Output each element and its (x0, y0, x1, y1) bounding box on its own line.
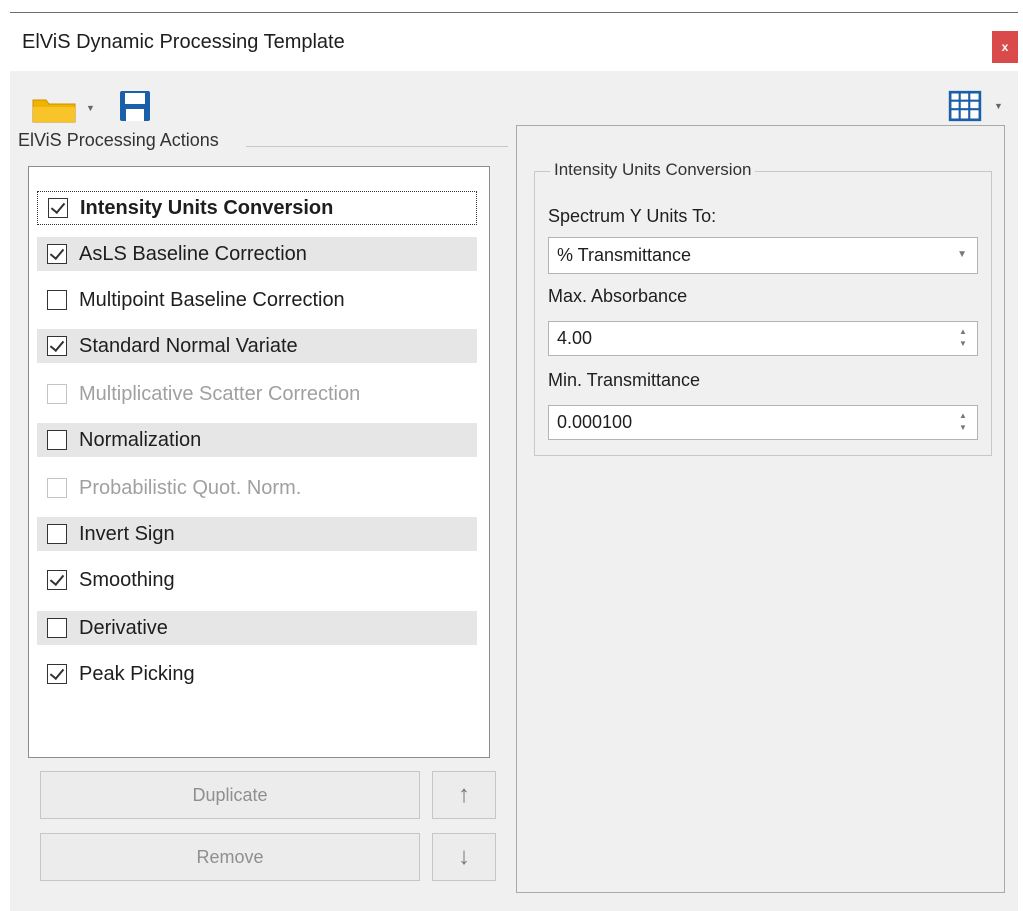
max-absorbance-label: Max. Absorbance (548, 286, 688, 306)
spinner[interactable]: ▲ ▼ (959, 326, 971, 352)
checkbox[interactable] (47, 430, 67, 450)
actions-list[interactable]: Intensity Units Conversion AsLS Baseline… (28, 166, 490, 758)
list-item-label: Invert Sign (79, 522, 175, 545)
remove-button[interactable]: Remove (40, 833, 420, 881)
list-item[interactable]: Standard Normal Variate (37, 329, 477, 363)
min-transmittance-value: 0.000100 (557, 412, 633, 432)
title-bar: ElViS Dynamic Processing Template x (10, 13, 1018, 71)
list-item: Multiplicative Scatter Correction (37, 377, 477, 411)
checkbox (47, 478, 67, 498)
folder-icon (32, 99, 76, 123)
max-absorbance-value: 4.00 (557, 328, 593, 348)
checkbox[interactable] (47, 524, 67, 544)
open-template-button[interactable]: ▼ (32, 89, 104, 123)
view-options-button[interactable]: ▼ (948, 89, 1010, 123)
list-item[interactable]: Peak Picking (37, 657, 477, 691)
min-transmittance-field[interactable]: 0.000100 ▲ ▼ (548, 405, 978, 440)
checkbox[interactable] (48, 198, 68, 218)
list-item[interactable]: Invert Sign (37, 517, 477, 551)
checkbox[interactable] (47, 664, 67, 684)
list-item[interactable]: Normalization (37, 423, 477, 457)
list-item[interactable]: Derivative (37, 611, 477, 645)
grid-icon (948, 90, 982, 122)
checkbox[interactable] (47, 244, 67, 264)
actions-group-label: ElViS Processing Actions (18, 130, 225, 151)
y-units-label: Spectrum Y Units To: (548, 206, 717, 226)
checkbox[interactable] (47, 290, 67, 310)
list-item-label: Multiplicative Scatter Correction (79, 382, 361, 405)
y-units-value: % Transmittance (557, 245, 692, 265)
spinner[interactable]: ▲ ▼ (959, 410, 971, 436)
checkbox[interactable] (47, 618, 67, 638)
list-item[interactable]: AsLS Baseline Correction (37, 237, 477, 271)
spin-up-icon[interactable]: ▲ (959, 412, 967, 420)
list-item[interactable]: Multipoint Baseline Correction (37, 283, 477, 317)
list-item-label: Standard Normal Variate (79, 334, 298, 357)
list-item[interactable]: Intensity Units Conversion (37, 191, 477, 225)
move-up-button[interactable]: ↑ (432, 771, 496, 819)
min-transmittance-label: Min. Transmittance (548, 370, 701, 390)
settings-group-label: Intensity Units Conversion (550, 160, 756, 180)
spin-up-icon[interactable]: ▲ (959, 328, 967, 336)
list-item: Probabilistic Quot. Norm. (37, 471, 477, 505)
save-icon[interactable] (118, 89, 152, 123)
chevron-down-icon: ▼ (994, 101, 1003, 111)
group-divider (246, 146, 508, 147)
list-item-label: AsLS Baseline Correction (79, 242, 307, 265)
list-item-label: Derivative (79, 616, 168, 639)
chevron-down-icon: ▼ (957, 249, 967, 260)
chevron-down-icon: ▼ (86, 103, 95, 113)
list-item-label: Intensity Units Conversion (80, 196, 334, 219)
duplicate-button[interactable]: Duplicate (40, 771, 420, 819)
list-item-label: Multipoint Baseline Correction (79, 288, 345, 311)
max-absorbance-field[interactable]: 4.00 ▲ ▼ (548, 321, 978, 356)
spin-down-icon[interactable]: ▼ (959, 424, 967, 432)
checkbox[interactable] (47, 336, 67, 356)
list-item-label: Normalization (79, 428, 202, 451)
spin-down-icon[interactable]: ▼ (959, 340, 967, 348)
list-item[interactable]: Smoothing (37, 563, 477, 597)
move-down-button[interactable]: ↓ (432, 833, 496, 881)
checkbox (47, 384, 67, 404)
list-item-label: Smoothing (79, 568, 175, 591)
list-item-label: Peak Picking (79, 662, 195, 685)
window-title: ElViS Dynamic Processing Template (22, 31, 345, 53)
toolbar: ▼ ▼ (10, 71, 1018, 133)
checkbox[interactable] (47, 570, 67, 590)
y-units-select[interactable]: % Transmittance ▼ (548, 237, 978, 274)
list-item-label: Probabilistic Quot. Norm. (79, 476, 302, 499)
close-button[interactable]: x (992, 31, 1018, 63)
